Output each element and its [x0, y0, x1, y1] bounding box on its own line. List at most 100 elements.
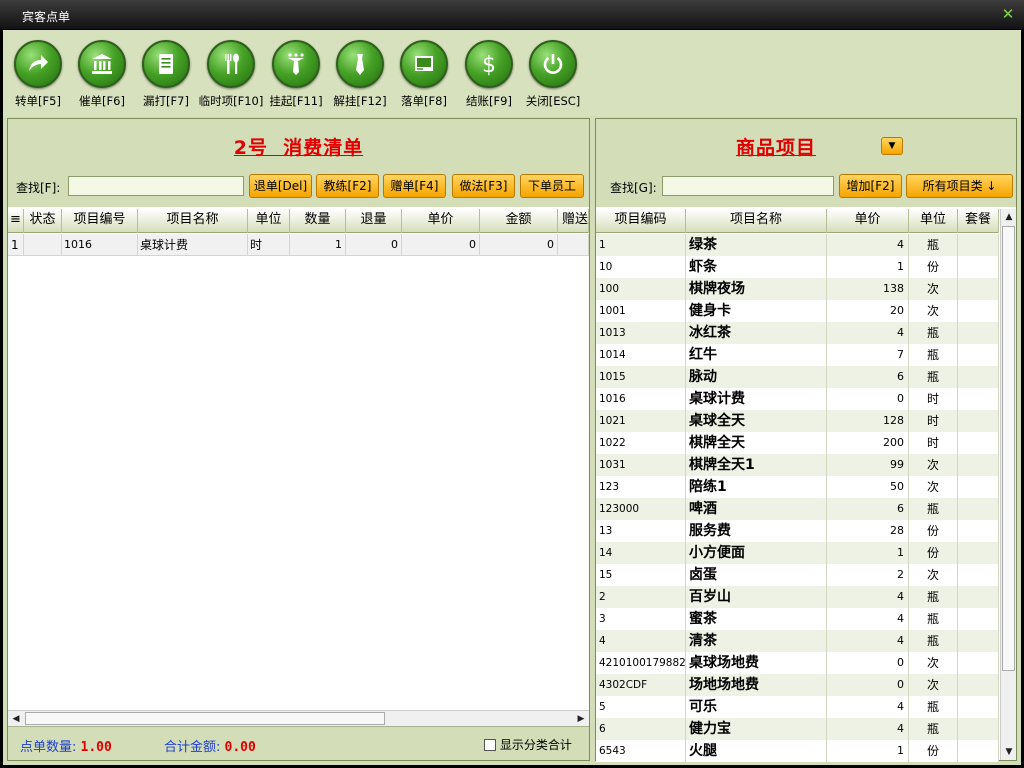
product-vertical-scrollbar[interactable]: ▲ ▼ — [1000, 209, 1016, 760]
order-total-label: 合计金额: 0.00 — [164, 736, 256, 755]
column-header[interactable]: 金额 — [480, 209, 558, 233]
product-combo — [958, 234, 999, 256]
category-select-button[interactable]: 所有项目类 ↓ — [906, 174, 1013, 198]
table-row[interactable]: 4210100179882 桌球场地费 0 次 — [596, 652, 999, 674]
column-header[interactable]: 项目名称 — [686, 209, 827, 233]
product-name: 健力宝 — [686, 718, 827, 740]
table-row[interactable]: 100 棋牌夜场 138 次 — [596, 278, 999, 300]
gift-item-button[interactable]: 赠单[F4] — [383, 174, 446, 198]
product-price: 1 — [827, 256, 909, 278]
table-row[interactable]: 1014 红牛 7 瓶 — [596, 344, 999, 366]
table-row[interactable]: 2 百岁山 4 瓶 — [596, 586, 999, 608]
product-unit: 次 — [909, 564, 958, 586]
order-staff-button[interactable]: 下单员工 — [520, 174, 584, 198]
product-unit: 瓶 — [909, 696, 958, 718]
rush-order-button[interactable]: 催单[F6] — [67, 40, 137, 109]
table-row[interactable]: 1013 冰红茶 4 瓶 — [596, 322, 999, 344]
table-row[interactable]: 123000 啤酒 6 瓶 — [596, 498, 999, 520]
product-name: 桌球场地费 — [686, 652, 827, 674]
column-header[interactable]: 数量 — [290, 209, 346, 233]
table-row[interactable]: 5 可乐 4 瓶 — [596, 696, 999, 718]
checkbox-icon[interactable] — [484, 739, 496, 751]
table-row[interactable]: 6543 火腿 1 份 — [596, 740, 999, 762]
dropdown-arrow-icon[interactable]: ▼ — [881, 137, 903, 155]
column-header[interactable]: 项目编号 — [62, 209, 138, 233]
column-header[interactable]: 单价 — [402, 209, 480, 233]
column-header[interactable]: 退量 — [346, 209, 402, 233]
column-header[interactable]: ≡ — [8, 209, 24, 233]
table-row[interactable]: 1021 桌球全天 128 时 — [596, 410, 999, 432]
show-category-total-label: 显示分类合计 — [499, 738, 572, 752]
row-amount: 0 — [480, 234, 558, 256]
product-header: 商品项目 ▼ 查找[G]: 增加[F2] 所有项目类 ↓ — [596, 119, 1016, 207]
product-code: 3 — [596, 608, 686, 630]
scroll-thumb[interactable] — [1002, 226, 1015, 671]
product-price: 4 — [827, 718, 909, 740]
checkout-button[interactable]: $ 结账[F9] — [454, 40, 524, 109]
table-row[interactable]: 1031 棋牌全天1 99 次 — [596, 454, 999, 476]
transfer-order-button[interactable]: 转单[F5] — [3, 40, 73, 109]
close-button[interactable]: 关闭[ESC] — [518, 40, 588, 109]
column-header[interactable]: 项目名称 — [138, 209, 248, 233]
table-row[interactable]: 1 绿茶 4 瓶 — [596, 234, 999, 256]
table-row[interactable]: 15 卤蛋 2 次 — [596, 564, 999, 586]
hang-button[interactable]: 挂起[F11] — [261, 40, 331, 109]
order-horizontal-scrollbar[interactable]: ◀ ▶ — [8, 710, 589, 726]
column-header[interactable]: 单位 — [909, 209, 958, 233]
table-row[interactable]: 3 蜜茶 4 瓶 — [596, 608, 999, 630]
product-price: 2 — [827, 564, 909, 586]
column-header[interactable]: 项目编码 — [596, 209, 686, 233]
close-icon[interactable]: ✕ — [1000, 5, 1016, 23]
add-product-button[interactable]: 增加[F2] — [839, 174, 902, 198]
column-header[interactable]: 状态 — [24, 209, 62, 233]
temp-item-button[interactable]: 临时项[F10] — [196, 40, 266, 109]
table-row[interactable]: 123 陪练1 50 次 — [596, 476, 999, 498]
dollar-icon: $ — [465, 40, 513, 88]
table-row[interactable]: 4 清茶 4 瓶 — [596, 630, 999, 652]
table-row[interactable]: 14 小方便面 1 份 — [596, 542, 999, 564]
table-row[interactable]: 10 虾条 1 份 — [596, 256, 999, 278]
scroll-right-icon[interactable]: ▶ — [573, 711, 589, 727]
table-row[interactable]: 13 服务费 28 份 — [596, 520, 999, 542]
product-combo — [958, 256, 999, 278]
table-row[interactable]: 1001 健身卡 20 次 — [596, 300, 999, 322]
unhang-button[interactable]: 解挂[F12] — [325, 40, 395, 109]
row-status — [24, 234, 62, 256]
column-header[interactable]: 单价 — [827, 209, 909, 233]
product-code: 5 — [596, 696, 686, 718]
product-code: 1013 — [596, 322, 686, 344]
order-total-text: 合计金额: — [164, 740, 221, 755]
cooking-method-button[interactable]: 做法[F3] — [452, 174, 515, 198]
scroll-up-icon[interactable]: ▲ — [1001, 209, 1017, 225]
product-combo — [958, 740, 999, 762]
column-header[interactable]: 赠送 — [558, 209, 589, 233]
product-unit: 瓶 — [909, 366, 958, 388]
table-row[interactable]: 1016 桌球计费 0 时 — [596, 388, 999, 410]
product-price: 7 — [827, 344, 909, 366]
column-header[interactable]: 套餐 — [958, 209, 999, 233]
scroll-thumb[interactable] — [25, 712, 385, 725]
table-row[interactable]: 1 1016 桌球计费 时 1 0 0 0 — [8, 234, 589, 256]
coach-button[interactable]: 教练[F2] — [316, 174, 379, 198]
table-row[interactable]: 1022 棋牌全天 200 时 — [596, 432, 999, 454]
product-price: 28 — [827, 520, 909, 542]
place-order-button[interactable]: 落单[F8] — [389, 40, 459, 109]
product-search-label: 查找[G]: — [610, 181, 657, 195]
scroll-down-icon[interactable]: ▼ — [1001, 744, 1017, 760]
toolbar-label: 漏打[F7] — [143, 94, 189, 108]
order-search-input[interactable] — [68, 176, 244, 196]
product-combo — [958, 278, 999, 300]
toolbar-label: 落单[F8] — [401, 94, 447, 108]
table-row[interactable]: 6 健力宝 4 瓶 — [596, 718, 999, 740]
table-row[interactable]: 1015 脉动 6 瓶 — [596, 366, 999, 388]
product-unit: 份 — [909, 256, 958, 278]
table-row[interactable]: 4302CDF 场地场地费 0 次 — [596, 674, 999, 696]
product-search-input[interactable] — [662, 176, 834, 196]
show-category-total-checkbox[interactable]: 显示分类合计 — [484, 736, 572, 753]
return-item-button[interactable]: 退单[Del] — [249, 174, 312, 198]
product-code: 6 — [596, 718, 686, 740]
column-header[interactable]: 单位 — [248, 209, 290, 233]
scroll-left-icon[interactable]: ◀ — [8, 711, 24, 727]
reprint-button[interactable]: 漏打[F7] — [131, 40, 201, 109]
product-name: 啤酒 — [686, 498, 827, 520]
